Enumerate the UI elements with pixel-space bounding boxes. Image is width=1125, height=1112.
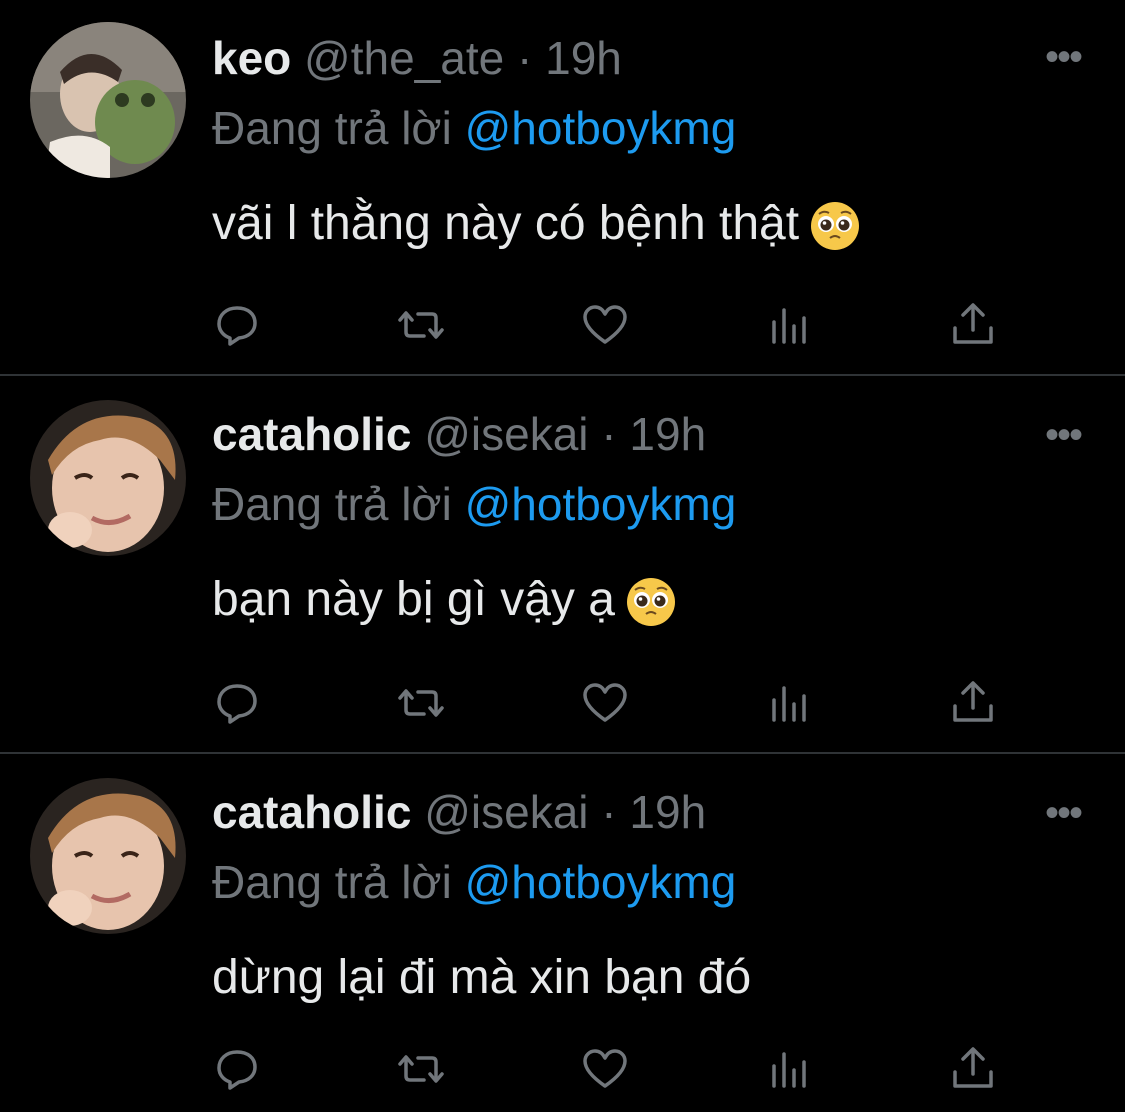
tweet[interactable]: cataholic @isekai · 19h ••• Đang trả lời… xyxy=(0,376,1125,754)
separator: · xyxy=(517,32,533,84)
tweet-text: bạn này bị gì vậy ạ xyxy=(212,568,677,632)
share-icon[interactable] xyxy=(948,678,998,728)
replying-prefix: Đang trả lời xyxy=(212,478,452,530)
replying-to: Đang trả lời @hotboykmg xyxy=(212,852,736,912)
ellipsis-icon[interactable]: ••• xyxy=(1045,415,1083,455)
reply-icon[interactable] xyxy=(212,300,262,350)
tweet-text-content: dừng lại đi mà xin bạn đó xyxy=(212,951,752,1004)
share-icon[interactable] xyxy=(948,1044,998,1094)
handle[interactable]: @isekai xyxy=(424,786,588,838)
mention-link[interactable]: @hotboykmg xyxy=(465,856,737,908)
reply-icon[interactable] xyxy=(212,1044,262,1094)
timestamp[interactable]: 19h xyxy=(629,408,706,460)
replying-to: Đang trả lời @hotboykmg xyxy=(212,98,736,158)
mention-link[interactable]: @hotboykmg xyxy=(465,102,737,154)
like-icon[interactable] xyxy=(580,300,630,350)
ellipsis-icon[interactable]: ••• xyxy=(1045,37,1083,77)
tweet-text-content: bạn này bị gì vậy ạ xyxy=(212,573,615,626)
like-icon[interactable] xyxy=(580,1044,630,1094)
tweet-text-content: vãi l thằng này có bệnh thật xyxy=(212,197,800,250)
tweet-header: keo @the_ate · 19h xyxy=(212,28,622,88)
tweet-actions xyxy=(212,300,1002,350)
tweet-text: dừng lại đi mà xin bạn đó xyxy=(212,946,751,1010)
display-name[interactable]: keo xyxy=(212,32,291,84)
tweet[interactable]: keo @the_ate · 19h ••• Đang trả lời @hot… xyxy=(0,0,1125,376)
analytics-icon[interactable] xyxy=(764,1044,814,1094)
tweet-text: vãi l thằng này có bệnh thật xyxy=(212,192,861,256)
replying-prefix: Đang trả lời xyxy=(212,102,452,154)
display-name[interactable]: cataholic xyxy=(212,786,411,838)
separator: · xyxy=(601,786,617,838)
timestamp[interactable]: 19h xyxy=(629,786,706,838)
retweet-icon[interactable] xyxy=(396,1044,446,1094)
analytics-icon[interactable] xyxy=(764,678,814,728)
handle[interactable]: @the_ate xyxy=(304,32,504,84)
avatar[interactable] xyxy=(30,778,186,934)
retweet-icon[interactable] xyxy=(396,678,446,728)
tweet[interactable]: cataholic @isekai · 19h ••• Đang trả lời… xyxy=(0,754,1125,1112)
retweet-icon[interactable] xyxy=(396,300,446,350)
ellipsis-icon[interactable]: ••• xyxy=(1045,793,1083,833)
tweet-actions xyxy=(212,678,1002,728)
display-name[interactable]: cataholic xyxy=(212,408,411,460)
share-icon[interactable] xyxy=(948,300,998,350)
tweet-header: cataholic @isekai · 19h xyxy=(212,404,706,464)
analytics-icon[interactable] xyxy=(764,300,814,350)
pleading-face-icon xyxy=(811,202,860,251)
avatar[interactable] xyxy=(30,400,186,556)
tweet-header: cataholic @isekai · 19h xyxy=(212,782,706,842)
like-icon[interactable] xyxy=(580,678,630,728)
mention-link[interactable]: @hotboykmg xyxy=(465,478,737,530)
handle[interactable]: @isekai xyxy=(424,408,588,460)
separator: · xyxy=(601,408,617,460)
avatar[interactable] xyxy=(30,22,186,178)
reply-icon[interactable] xyxy=(212,678,262,728)
timestamp[interactable]: 19h xyxy=(545,32,622,84)
pleading-face-icon xyxy=(626,578,675,627)
replying-to: Đang trả lời @hotboykmg xyxy=(212,474,736,534)
tweet-actions xyxy=(212,1044,1002,1094)
replying-prefix: Đang trả lời xyxy=(212,856,452,908)
